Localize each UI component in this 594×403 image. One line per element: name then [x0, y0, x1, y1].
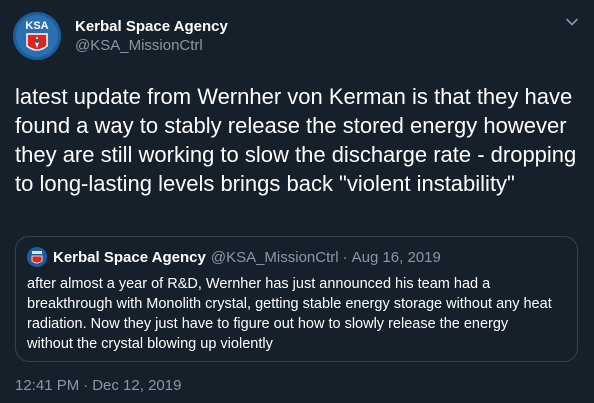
- author-handle[interactable]: @KSA_MissionCtrl: [75, 36, 228, 56]
- quoted-tweet[interactable]: Kerbal Space Agency @KSA_MissionCtrl · A…: [15, 236, 578, 362]
- quoted-author-name: Kerbal Space Agency: [53, 248, 206, 266]
- tweet-card[interactable]: KSA Kerbal Space Agency @KSA_MissionCtrl…: [0, 0, 594, 403]
- timestamp-separator: ·: [83, 377, 89, 394]
- quoted-date: Aug 16, 2019: [351, 248, 441, 266]
- quoted-tweet-text: after almost a year of R&D, Wernher has …: [27, 276, 552, 352]
- ksa-logo-icon: [27, 247, 47, 267]
- tweet-text: latest update from Wernher von Kerman is…: [15, 84, 577, 196]
- quoted-separator: ·: [342, 248, 348, 266]
- quoted-author-avatar: [27, 247, 47, 267]
- chevron-down-icon[interactable]: [564, 14, 580, 30]
- author-name[interactable]: Kerbal Space Agency: [75, 17, 228, 36]
- avatar-ksa-text: KSA: [25, 20, 48, 32]
- author-avatar[interactable]: KSA: [13, 12, 61, 60]
- tweet-timestamp[interactable]: 12:41 PM · Dec 12, 2019: [15, 377, 181, 394]
- tweet-time: 12:41 PM: [15, 377, 80, 394]
- author-info[interactable]: Kerbal Space Agency @KSA_MissionCtrl: [75, 17, 228, 56]
- quoted-tweet-header: Kerbal Space Agency @KSA_MissionCtrl · A…: [27, 247, 441, 267]
- quoted-author-handle: @KSA_MissionCtrl: [210, 248, 339, 266]
- tweet-date: Dec 12, 2019: [92, 377, 182, 394]
- ksa-logo-icon: KSA: [13, 12, 61, 60]
